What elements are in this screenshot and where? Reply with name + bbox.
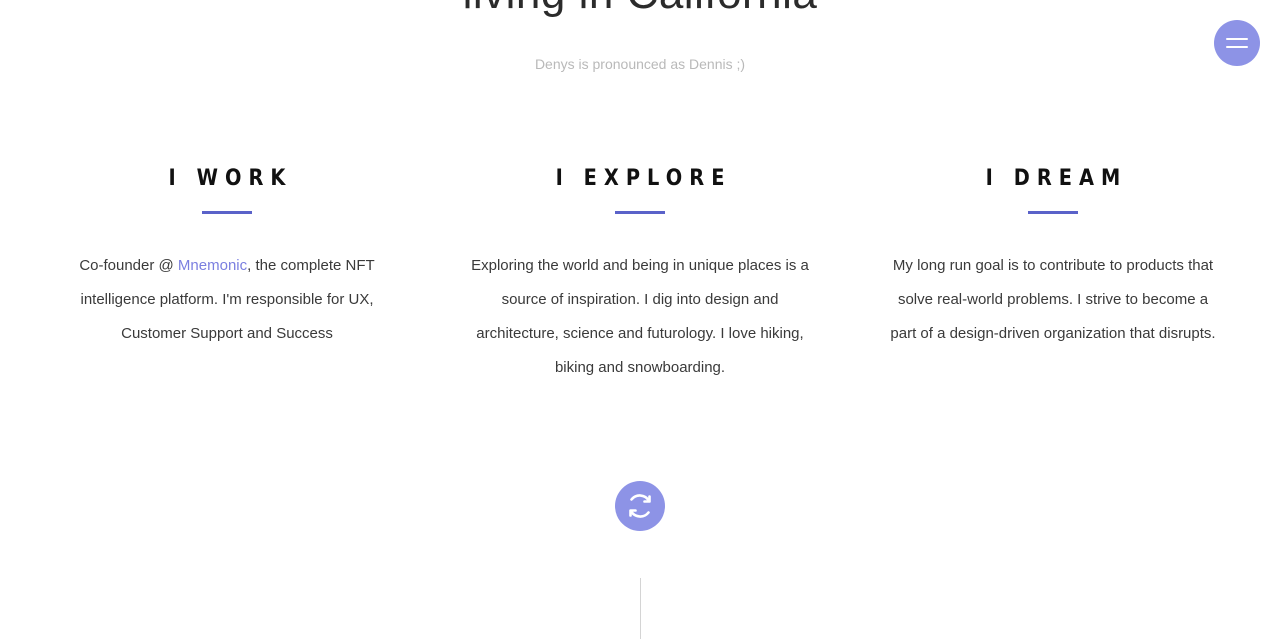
hero-subtitle: Denys is pronounced as Dennis ;) <box>534 56 746 72</box>
column-text-dream: My long run goal is to contribute to pro… <box>890 257 1216 342</box>
refresh-icon <box>629 494 651 518</box>
column-divider <box>1028 211 1078 214</box>
mnemonic-link[interactable]: Mnemonic <box>178 257 247 274</box>
work-text-before: Co-founder @ <box>79 257 178 274</box>
column-dream: I DREAM My long run goal is to contribut… <box>883 164 1223 351</box>
column-divider <box>615 211 665 214</box>
column-title-explore: I EXPLORE <box>555 166 732 191</box>
column-title-work: I WORK <box>168 166 293 191</box>
column-explore: I EXPLORE Exploring the world and being … <box>470 164 810 385</box>
column-text-work: Co-founder @ Mnemonic, the complete NFT … <box>57 249 397 351</box>
vertical-divider-line <box>640 578 641 639</box>
column-text-explore: Exploring the world and being in unique … <box>471 257 809 376</box>
column-title-dream: I DREAM <box>985 166 1128 191</box>
column-divider <box>202 211 252 214</box>
hamburger-icon <box>1226 38 1248 48</box>
refresh-button[interactable] <box>615 481 665 531</box>
hero-heading: living in California <box>0 0 1280 20</box>
column-work: I WORK Co-founder @ Mnemonic, the comple… <box>57 164 397 351</box>
menu-button[interactable] <box>1214 20 1260 66</box>
